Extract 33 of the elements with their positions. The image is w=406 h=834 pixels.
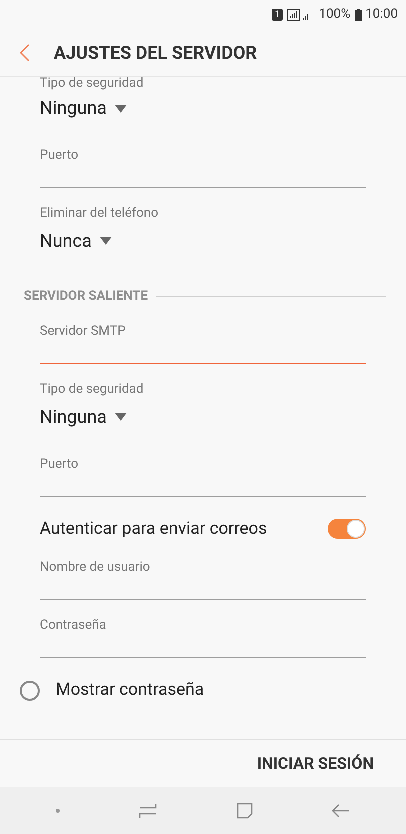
input-field[interactable]: Nombre de usuario bbox=[40, 558, 366, 600]
caret-icon bbox=[114, 413, 127, 421]
home-icon[interactable] bbox=[236, 802, 253, 818]
dropdown[interactable]: Nunca bbox=[40, 228, 112, 254]
sign-in-button[interactable]: INICIAR SESIÓN bbox=[257, 752, 374, 776]
battery-percent: 100% bbox=[319, 6, 351, 24]
recent-apps-icon[interactable] bbox=[139, 802, 158, 818]
input-field[interactable]: Contraseña bbox=[40, 616, 366, 658]
input-field[interactable]: Puerto bbox=[40, 454, 366, 496]
section-header: SERVIDOR SALIENTE bbox=[24, 288, 148, 306]
clock: 10:00 bbox=[366, 6, 398, 24]
battery-icon bbox=[354, 9, 362, 21]
input-field[interactable]: Puerto bbox=[40, 146, 366, 188]
field-label: Puerto bbox=[40, 147, 80, 165]
dropdown[interactable]: Ninguna bbox=[40, 404, 127, 430]
caret-icon bbox=[100, 237, 112, 245]
input-field[interactable]: Servidor SMTP bbox=[40, 322, 366, 364]
radio-label: Mostrar contraseña bbox=[56, 679, 204, 702]
toggle-switch[interactable] bbox=[328, 519, 366, 540]
field-label: Tipo de seguridad bbox=[40, 381, 145, 399]
sim-indicator: 1 bbox=[272, 9, 284, 21]
field-label: Servidor SMTP bbox=[40, 323, 127, 341]
radio-button[interactable] bbox=[20, 680, 40, 701]
toggle-label: Autenticar para enviar correos bbox=[40, 518, 268, 540]
field-label: Tipo de seguridad bbox=[40, 77, 145, 91]
screen-title: AJUSTES DEL SERVIDOR bbox=[54, 42, 258, 66]
back-icon[interactable] bbox=[332, 804, 350, 818]
field-label: Nombre de usuario bbox=[40, 559, 152, 577]
dropdown[interactable]: Ninguna bbox=[40, 95, 127, 122]
field-label: Puerto bbox=[40, 456, 80, 474]
caret-icon bbox=[114, 104, 127, 112]
field-label: Contraseña bbox=[40, 617, 108, 635]
field-label: Eliminar del teléfono bbox=[40, 205, 160, 223]
